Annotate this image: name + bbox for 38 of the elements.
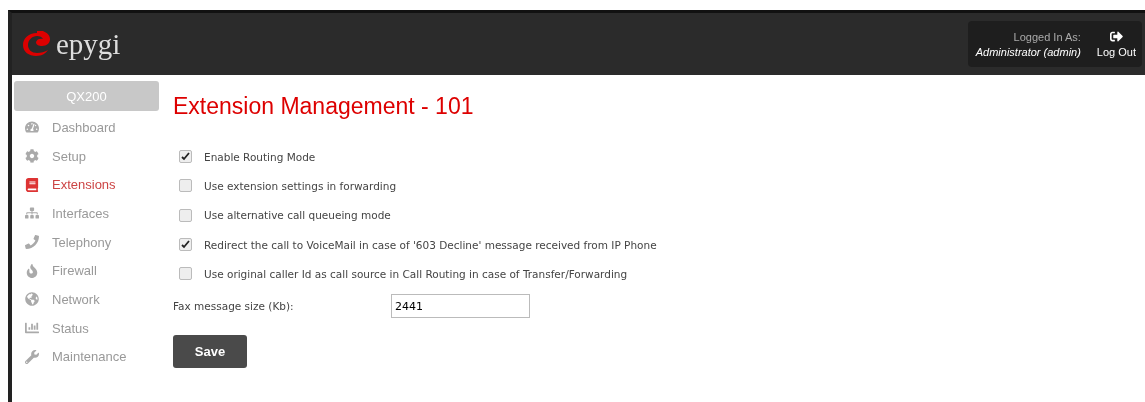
sidebar-item[interactable]: Setup	[14, 141, 159, 171]
sidebar-item[interactable]: Network	[14, 285, 159, 314]
fax-size-field[interactable]: 2441	[391, 294, 530, 319]
login-label: Logged In As:	[1013, 30, 1081, 43]
sidebar-item[interactable]: Interfaces	[14, 199, 159, 228]
logout-button[interactable]: Log Out	[1096, 30, 1136, 58]
book-icon	[24, 177, 40, 192]
globe-icon	[24, 292, 40, 307]
bar-chart-icon	[24, 321, 40, 336]
phone-icon	[24, 235, 40, 250]
option-label: Use extension settings in forwarding	[204, 179, 397, 192]
checkbox[interactable]	[179, 267, 192, 281]
settings-icon	[24, 149, 40, 164]
option-label: Use alternative call queueing mode	[204, 209, 391, 222]
logo-icon	[22, 31, 52, 57]
network-icon	[24, 206, 40, 221]
checkbox[interactable]	[179, 238, 192, 252]
login-user: Administrator (admin)	[975, 45, 1081, 58]
sidebar-item[interactable]: Dashboard	[14, 113, 159, 142]
option-label: Enable Routing Mode	[204, 150, 316, 163]
sidebar-item[interactable]: Firewall	[14, 256, 159, 286]
option-label: Redirect the call to VoiceMail in case of '603 Decline' message received from IP Phone	[204, 238, 657, 251]
sidebar-item[interactable]: Telephony	[14, 227, 159, 257]
sidebar-item[interactable]: Extensions	[14, 170, 159, 200]
option-label: Use original caller Id as call source in Call Routing in case of Transfer/Forwarding	[204, 267, 628, 280]
save-button[interactable]: Save	[173, 335, 247, 369]
logout-icon	[1109, 30, 1123, 43]
fax-label: Fax message size (Kb):	[173, 300, 295, 313]
sidebar-item[interactable]: Maintenance	[14, 342, 159, 372]
checkbox[interactable]	[179, 150, 192, 164]
gauge-icon	[24, 120, 40, 135]
checkbox[interactable]	[179, 179, 192, 193]
logo-text: epygi	[56, 27, 121, 61]
checkbox[interactable]	[179, 208, 192, 222]
sidebar-item[interactable]: Status	[14, 313, 159, 343]
wrench-icon	[24, 349, 40, 364]
page-title: Extension Management - 101	[173, 93, 475, 120]
flame-icon	[24, 263, 40, 278]
